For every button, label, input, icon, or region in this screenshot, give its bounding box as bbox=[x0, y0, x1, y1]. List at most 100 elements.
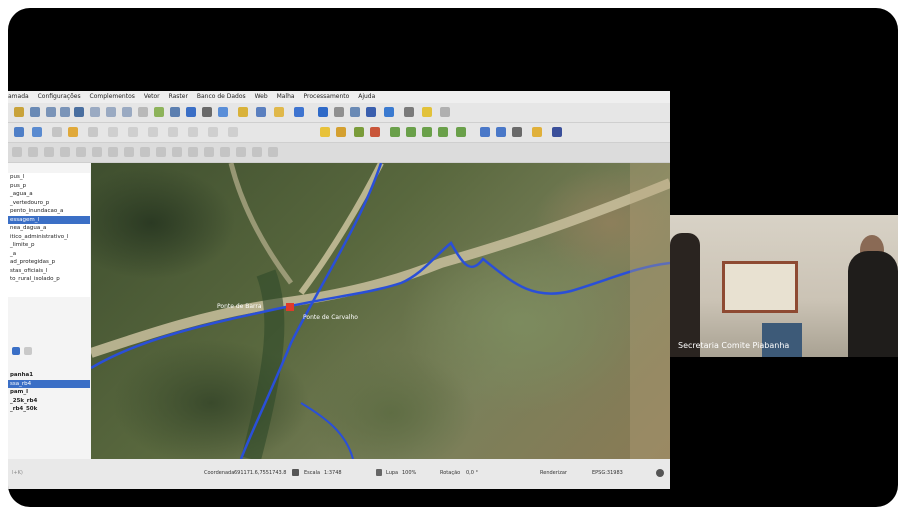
tool-icon[interactable] bbox=[188, 147, 198, 157]
label-icon[interactable] bbox=[422, 127, 432, 137]
coord-value[interactable]: 691171.6,7551743.8 bbox=[234, 470, 287, 476]
tool-icon[interactable] bbox=[256, 107, 266, 117]
filter-icon[interactable] bbox=[12, 347, 20, 355]
tool-icon[interactable] bbox=[228, 127, 238, 137]
crs-button[interactable]: EPSG:31983 bbox=[592, 470, 623, 476]
layer-item[interactable]: pam_l bbox=[8, 388, 90, 397]
tool-icon[interactable] bbox=[122, 107, 132, 117]
tool-icon[interactable] bbox=[552, 127, 562, 137]
layer-item[interactable]: _vertedouro_p bbox=[8, 199, 90, 208]
zoom-full-icon[interactable] bbox=[74, 107, 84, 117]
tool-icon[interactable] bbox=[220, 147, 230, 157]
menu-item[interactable]: Banco de Dados bbox=[197, 93, 246, 100]
layer-item[interactable]: to_rural_isolado_p bbox=[8, 275, 90, 284]
settings-icon[interactable] bbox=[350, 107, 360, 117]
tool-icon[interactable] bbox=[32, 127, 42, 137]
tool-icon[interactable] bbox=[202, 107, 212, 117]
menu-item[interactable]: Web bbox=[255, 93, 268, 100]
tool-icon[interactable] bbox=[186, 107, 196, 117]
refresh-icon[interactable] bbox=[218, 107, 228, 117]
tool-icon[interactable] bbox=[496, 127, 506, 137]
tool-icon[interactable] bbox=[148, 127, 158, 137]
magnifier-value[interactable]: 100% bbox=[402, 470, 416, 476]
tool-icon[interactable] bbox=[90, 107, 100, 117]
layer-item-selected[interactable]: ssa_rb4 bbox=[8, 379, 90, 388]
tool-icon[interactable] bbox=[124, 147, 134, 157]
label-icon[interactable] bbox=[320, 127, 330, 137]
tool-icon[interactable] bbox=[154, 107, 164, 117]
menu-item[interactable]: Raster bbox=[169, 93, 188, 100]
label-icon[interactable] bbox=[406, 127, 416, 137]
tool-icon[interactable] bbox=[404, 107, 414, 117]
layer-item[interactable]: stas_oficiais_l bbox=[8, 267, 90, 276]
layer-item[interactable]: _25k_rb4 bbox=[8, 397, 90, 406]
tool-icon[interactable] bbox=[92, 147, 102, 157]
tool-icon[interactable] bbox=[44, 147, 54, 157]
menu-item[interactable]: Complementos bbox=[90, 93, 135, 100]
pan-icon[interactable] bbox=[30, 107, 40, 117]
menu-item[interactable]: Ajuda bbox=[358, 93, 375, 100]
tool-icon[interactable] bbox=[168, 127, 178, 137]
tool-icon[interactable] bbox=[208, 127, 218, 137]
layer-item[interactable]: pus_l bbox=[8, 173, 90, 182]
bridge-marker[interactable] bbox=[286, 303, 294, 311]
layer-item[interactable]: pus_p bbox=[8, 182, 90, 191]
tool-icon[interactable] bbox=[268, 147, 278, 157]
layer-item[interactable]: itico_administrativo_l bbox=[8, 233, 90, 242]
layer-item-selected[interactable]: essagem_l bbox=[8, 215, 90, 224]
tool-icon[interactable] bbox=[156, 147, 166, 157]
tool-icon[interactable] bbox=[128, 127, 138, 137]
tool-icon[interactable] bbox=[106, 107, 116, 117]
tool-icon[interactable] bbox=[188, 127, 198, 137]
menu-item[interactable]: Malha bbox=[277, 93, 295, 100]
label-icon[interactable] bbox=[336, 127, 346, 137]
render-checkbox[interactable]: Renderizar bbox=[540, 470, 567, 476]
layer-item[interactable]: _a bbox=[8, 250, 90, 259]
tool-icon[interactable] bbox=[170, 107, 180, 117]
tool-icon[interactable] bbox=[532, 127, 542, 137]
tool-icon[interactable] bbox=[24, 347, 32, 355]
locator-hint[interactable]: l+K) bbox=[12, 470, 23, 476]
label-icon[interactable] bbox=[370, 127, 380, 137]
messages-icon[interactable] bbox=[656, 469, 664, 477]
tool-icon[interactable] bbox=[384, 107, 394, 117]
tool-icon[interactable] bbox=[76, 147, 86, 157]
layer-item[interactable]: panha1 bbox=[8, 371, 90, 380]
tool-icon[interactable] bbox=[14, 107, 24, 117]
pencil-icon[interactable] bbox=[52, 127, 62, 137]
tool-icon[interactable] bbox=[60, 147, 70, 157]
menu-item[interactable]: amada bbox=[8, 93, 29, 100]
tool-icon[interactable] bbox=[28, 147, 38, 157]
tool-icon[interactable] bbox=[294, 107, 304, 117]
tool-icon[interactable] bbox=[14, 127, 24, 137]
menu-item[interactable]: Vetor bbox=[144, 93, 160, 100]
scale-value[interactable]: 1:3748 bbox=[324, 470, 342, 476]
tool-icon[interactable] bbox=[138, 107, 148, 117]
tool-icon[interactable] bbox=[512, 127, 522, 137]
pencil-icon[interactable] bbox=[68, 127, 78, 137]
zoom-out-icon[interactable] bbox=[60, 107, 70, 117]
identify-icon[interactable] bbox=[318, 107, 328, 117]
tool-icon[interactable] bbox=[274, 107, 284, 117]
extent-icon[interactable] bbox=[292, 469, 299, 476]
layer-item[interactable]: ad_protegidas_p bbox=[8, 258, 90, 267]
comment-icon[interactable] bbox=[422, 107, 432, 117]
lock-icon[interactable] bbox=[376, 469, 382, 476]
tool-icon[interactable] bbox=[108, 127, 118, 137]
layer-item[interactable]: _limite_p bbox=[8, 241, 90, 250]
tool-icon[interactable] bbox=[480, 127, 490, 137]
tool-icon[interactable] bbox=[440, 107, 450, 117]
label-icon[interactable] bbox=[354, 127, 364, 137]
tool-icon[interactable] bbox=[108, 147, 118, 157]
tool-icon[interactable] bbox=[252, 147, 262, 157]
rotation-value[interactable]: 0,0 ° bbox=[466, 470, 478, 476]
layer-item[interactable]: pento_inundacao_a bbox=[8, 207, 90, 216]
label-icon[interactable] bbox=[438, 127, 448, 137]
layer-item[interactable]: nea_dagua_a bbox=[8, 224, 90, 233]
layer-item[interactable]: _agua_a bbox=[8, 190, 90, 199]
tool-icon[interactable] bbox=[236, 147, 246, 157]
tool-icon[interactable] bbox=[172, 147, 182, 157]
label-icon[interactable] bbox=[390, 127, 400, 137]
tool-icon[interactable] bbox=[140, 147, 150, 157]
map-canvas[interactable]: Ponte de Barra Ponte de Carvalho bbox=[91, 163, 670, 459]
